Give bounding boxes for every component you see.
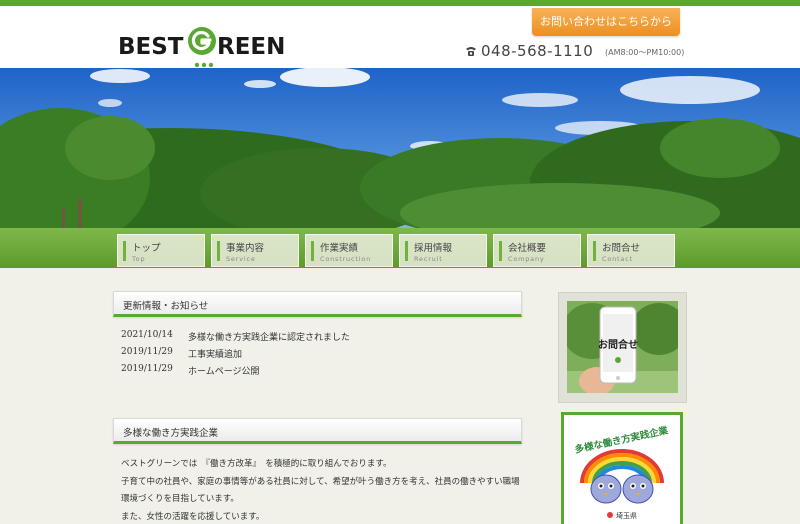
nav-marker bbox=[593, 241, 596, 261]
rainbow-mascot-badge-image: 多様な働き方実践企業 埼玉県 bbox=[574, 424, 670, 520]
nav-marker bbox=[123, 241, 126, 261]
nav-item-contact[interactable]: お問合せ Contact bbox=[587, 234, 675, 267]
paragraph-line: また、女性の活躍を応援しています。 bbox=[121, 511, 265, 522]
nav-marker bbox=[311, 241, 314, 261]
paragraph-line: 環境づくりを目指しています。 bbox=[121, 494, 239, 504]
logo-g-icon bbox=[188, 27, 216, 55]
nav-sublabel: Company bbox=[508, 255, 545, 263]
nav-item-service[interactable]: 事業内容 Service bbox=[211, 234, 299, 267]
nav-label: トップ bbox=[132, 243, 161, 254]
news-date: 2019/11/29 bbox=[121, 347, 173, 357]
nav-label: 作業実績 bbox=[320, 243, 359, 254]
site-header: BEST REEN bbox=[0, 6, 800, 68]
news-title: 工事実績追加 bbox=[188, 350, 243, 360]
news-date: 2021/10/14 bbox=[121, 330, 173, 340]
news-item[interactable]: 2019/11/29 工事実績追加 bbox=[121, 347, 521, 364]
nav-marker bbox=[405, 241, 408, 261]
paragraph-line: 子育て中の社員や、家庭の事情等がある社員に対して、希望が叶う働き方を考え、社員の… bbox=[121, 476, 520, 487]
nav-label: 事業内容 bbox=[226, 243, 265, 254]
contact-banner[interactable]: お問合せ bbox=[558, 292, 687, 403]
nav-marker bbox=[217, 241, 220, 261]
diversity-description: ベストグリーンでは 『働き方改革』 を積極的に取り組んでおります。 子育て中の社… bbox=[121, 456, 521, 524]
nav-item-construction[interactable]: 作業実績 Construction bbox=[305, 234, 393, 267]
nav-item-top[interactable]: トップ Top bbox=[117, 234, 205, 267]
telephone-icon bbox=[466, 47, 476, 56]
nav-item-company[interactable]: 会社概要 Company bbox=[493, 234, 581, 267]
nav-sublabel: Service bbox=[226, 255, 256, 263]
news-item[interactable]: 2021/10/14 多様な働き方実践企業に認定されました bbox=[121, 330, 521, 347]
news-title: 多様な働き方実践企業に認定されました bbox=[188, 333, 351, 343]
nav-label: お問合せ bbox=[602, 243, 641, 254]
diversity-section-heading: 多様な働き方実践企業 bbox=[113, 418, 522, 444]
smartphone-contact-image: お問合せ bbox=[567, 301, 678, 393]
nav-label: 採用情報 bbox=[414, 243, 453, 254]
diversity-heading-text: 多様な働き方実践企業 bbox=[123, 428, 219, 439]
certification-badge[interactable]: 多様な働き方実践企業 埼玉県 bbox=[561, 412, 683, 524]
main-navigation: トップ Top 事業内容 Service 作業実績 Construction 採… bbox=[117, 234, 675, 267]
nav-label: 会社概要 bbox=[508, 243, 547, 254]
paragraph-line: ベストグリーンでは 『働き方改革』 を積極的に取り組んでおります。 bbox=[121, 459, 392, 469]
news-date: 2019/11/29 bbox=[121, 364, 173, 374]
nav-item-recruit[interactable]: 採用情報 Recruit bbox=[399, 234, 487, 267]
logo-text-best: BEST bbox=[118, 34, 184, 60]
nav-sublabel: Recruit bbox=[414, 255, 443, 263]
news-heading-text: 更新情報・お知らせ bbox=[123, 301, 209, 312]
phone-hours: (AM8:00〜PM10:00) bbox=[605, 48, 685, 57]
news-item[interactable]: 2019/11/29 ホームページ公開 bbox=[121, 364, 521, 381]
news-list: 2021/10/14 多様な働き方実践企業に認定されました 2019/11/29… bbox=[121, 330, 521, 381]
logo-text-reen: REEN bbox=[217, 34, 286, 60]
badge-org: 埼玉県 bbox=[616, 511, 637, 520]
news-section-heading: 更新情報・お知らせ bbox=[113, 291, 522, 317]
phone-number: 048-568-1110 bbox=[481, 42, 594, 60]
nav-sublabel: Top bbox=[132, 255, 146, 263]
news-title: ホームページ公開 bbox=[188, 367, 260, 377]
nav-sublabel: Contact bbox=[602, 255, 633, 263]
nav-marker bbox=[499, 241, 502, 261]
contact-banner-text: お問合せ bbox=[598, 338, 638, 351]
nav-sublabel: Construction bbox=[320, 255, 371, 263]
contact-cta-button[interactable]: お問い合わせはこちらから bbox=[532, 8, 680, 36]
